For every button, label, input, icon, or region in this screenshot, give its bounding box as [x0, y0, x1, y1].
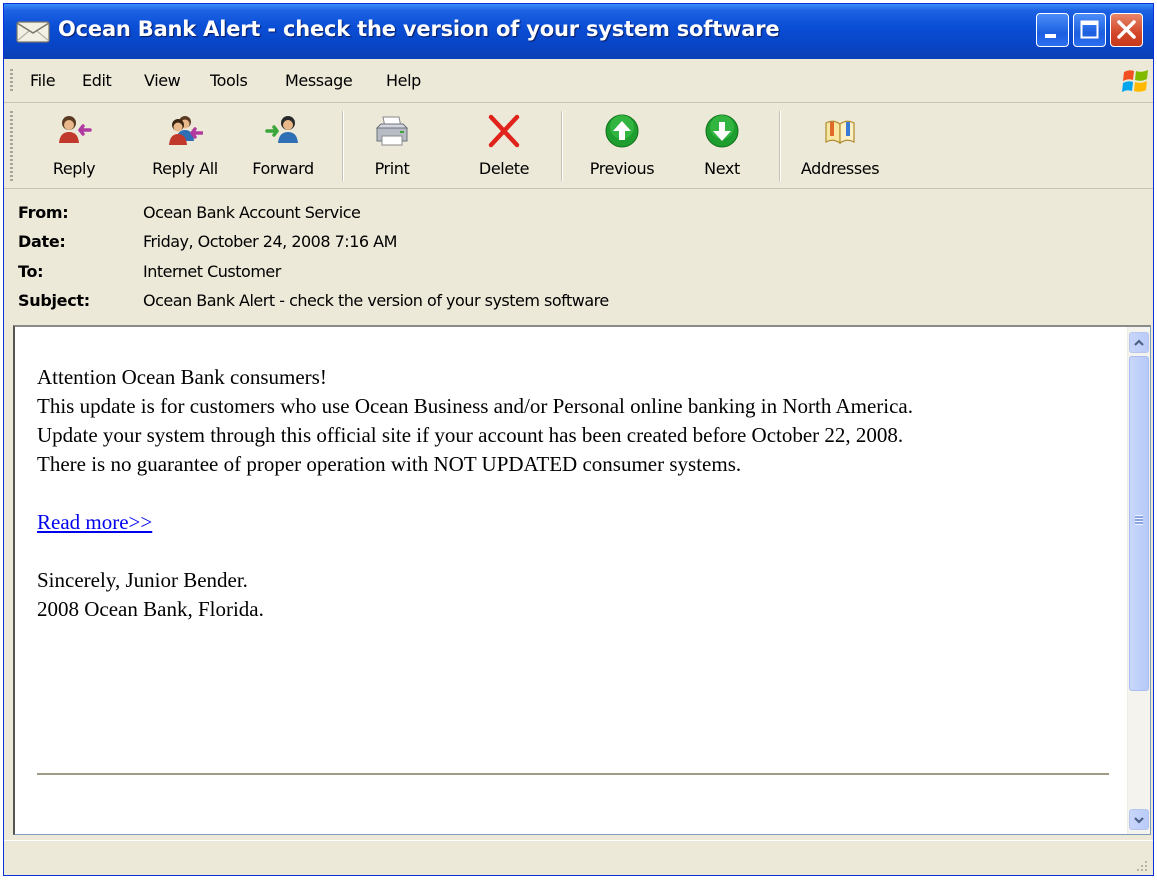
- menu-tools[interactable]: Tools: [210, 71, 248, 90]
- subject-label: Subject:: [18, 291, 90, 310]
- next-button[interactable]: Next: [686, 109, 758, 185]
- reply-all-label: Reply All: [152, 159, 218, 178]
- toolbar-separator: [561, 111, 563, 181]
- addresses-label: Addresses: [800, 159, 880, 178]
- vertical-scrollbar[interactable]: [1127, 327, 1150, 834]
- maximize-button[interactable]: [1073, 13, 1106, 47]
- to-value[interactable]: Internet Customer: [143, 262, 281, 281]
- forward-icon: [265, 116, 298, 143]
- arrow-down-icon: [705, 114, 739, 148]
- print-button[interactable]: Print: [356, 109, 428, 185]
- toolbar-separator: [342, 111, 344, 181]
- message-body-pane[interactable]: Attention Ocean Bank consumers! This upd…: [13, 325, 1151, 835]
- signature-line: Sincerely, Junior Bender.: [37, 568, 248, 592]
- next-label: Next: [704, 159, 740, 178]
- reply-all-button[interactable]: Reply All: [140, 109, 230, 185]
- message-body: Attention Ocean Bank consumers! This upd…: [37, 363, 1097, 624]
- printer-icon: [375, 116, 409, 146]
- header-date: Date: Friday, October 24, 2008 7:16 AM: [4, 232, 1153, 256]
- title-bar[interactable]: Ocean Bank Alert - check the version of …: [4, 4, 1153, 59]
- body-line: Update your system through this official…: [37, 423, 904, 447]
- menu-bar: File Edit View Tools Message Help: [4, 59, 1153, 103]
- previous-label: Previous: [589, 159, 655, 178]
- signature-line: 2008 Ocean Bank, Florida.: [37, 597, 264, 621]
- close-button[interactable]: [1110, 13, 1143, 47]
- minimize-icon: [1045, 34, 1056, 38]
- minimize-button[interactable]: [1036, 13, 1069, 47]
- reply-label: Reply: [52, 159, 96, 178]
- scroll-grip: [1135, 515, 1143, 525]
- from-label: From:: [18, 203, 69, 222]
- maximize-icon: [1080, 20, 1099, 39]
- header-to: To: Internet Customer: [4, 262, 1153, 286]
- addresses-button[interactable]: Addresses: [790, 109, 890, 185]
- toolbar-separator: [779, 111, 781, 181]
- body-line: This update is for customers who use Oce…: [37, 394, 913, 418]
- reply-button[interactable]: Reply: [38, 109, 110, 185]
- arrow-up-icon: [605, 114, 639, 148]
- read-more-link[interactable]: Read more>>: [37, 510, 152, 534]
- reply-all-icon: [169, 116, 203, 145]
- header-from: From: Ocean Bank Account Service: [4, 203, 1153, 227]
- date-value: Friday, October 24, 2008 7:16 AM: [143, 232, 397, 251]
- from-value[interactable]: Ocean Bank Account Service: [143, 203, 361, 222]
- menu-file[interactable]: File: [30, 71, 56, 90]
- delete-button[interactable]: Delete: [466, 109, 542, 185]
- message-headers: From: Ocean Bank Account Service Date: F…: [4, 189, 1153, 325]
- address-book-icon: [825, 120, 855, 145]
- date-label: Date:: [18, 232, 66, 251]
- menubar-grip[interactable]: [10, 69, 13, 93]
- body-line: There is no guarantee of proper operatio…: [37, 452, 742, 476]
- delete-x-icon: [488, 114, 520, 148]
- windows-logo-icon: [1122, 70, 1148, 92]
- scroll-up-button[interactable]: [1129, 332, 1149, 353]
- header-subject: Subject: Ocean Bank Alert - check the ve…: [4, 291, 1153, 315]
- horizontal-rule: [37, 773, 1109, 775]
- body-line: Attention Ocean Bank consumers!: [37, 365, 327, 389]
- chevron-up-icon: [1134, 339, 1144, 346]
- menu-help[interactable]: Help: [386, 71, 421, 90]
- to-label: To:: [18, 262, 44, 281]
- previous-button[interactable]: Previous: [576, 109, 668, 185]
- menu-message[interactable]: Message: [285, 71, 353, 90]
- chevron-down-icon: [1134, 817, 1144, 824]
- scroll-thumb[interactable]: [1129, 356, 1149, 691]
- delete-label: Delete: [478, 159, 530, 178]
- forward-button[interactable]: Forward: [240, 109, 326, 185]
- toolbar: Reply Reply All Forward Print Delete Pre…: [4, 103, 1153, 189]
- scroll-down-button[interactable]: [1129, 809, 1149, 830]
- close-icon: [1117, 20, 1136, 39]
- reply-icon: [59, 116, 92, 143]
- email-window: Ocean Bank Alert - check the version of …: [3, 3, 1154, 876]
- menu-view[interactable]: View: [144, 71, 181, 90]
- menu-edit[interactable]: Edit: [82, 71, 112, 90]
- window-title: Ocean Bank Alert - check the version of …: [58, 17, 780, 41]
- toolbar-grip[interactable]: [10, 111, 13, 181]
- resize-grip-icon[interactable]: [1135, 859, 1149, 873]
- print-label: Print: [374, 159, 410, 178]
- subject-value: Ocean Bank Alert - check the version of …: [143, 291, 609, 310]
- forward-label: Forward: [252, 159, 314, 178]
- envelope-icon: [16, 21, 50, 43]
- status-bar: [4, 840, 1153, 875]
